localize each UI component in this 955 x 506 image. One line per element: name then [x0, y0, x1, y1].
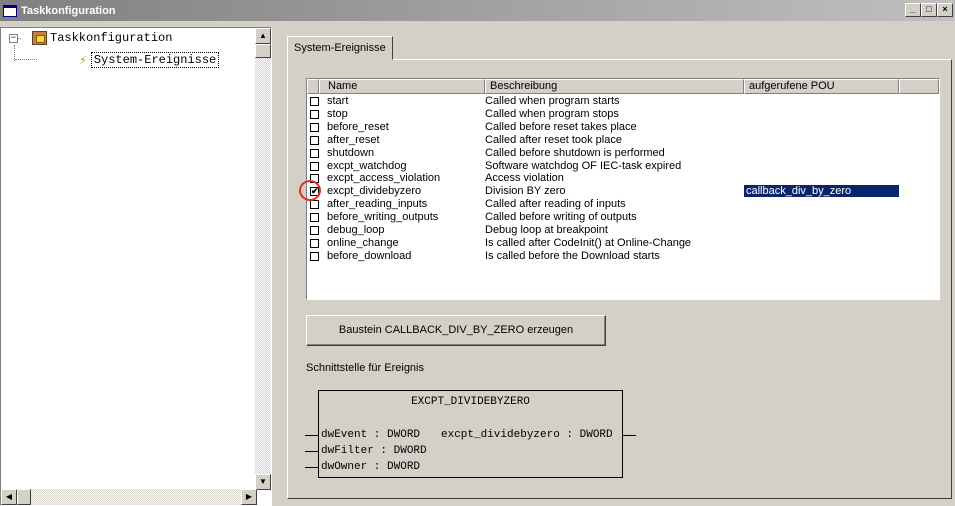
event-name: after_reset [327, 133, 380, 146]
column-header-empty [899, 79, 939, 94]
event-name: excpt_access_violation [327, 172, 441, 185]
tree-line [15, 59, 37, 60]
column-header-pou[interactable]: aufgerufene POU [744, 79, 899, 94]
event-description: Software watchdog OF IEC-task expired [485, 159, 682, 172]
event-description: Is called after CodeInit() at Online-Cha… [485, 236, 692, 249]
list-row[interactable]: before_writing_outputs Called before writ… [307, 211, 939, 224]
event-checkbox[interactable] [310, 109, 319, 119]
tree-item-label: System-Ereignisse [90, 52, 220, 68]
event-description: Division BY zero [485, 185, 566, 198]
list-row[interactable]: after_reading_inputs Called after reading… [307, 198, 939, 211]
event-name: before_reset [327, 120, 389, 133]
event-description: Called after reset took place [485, 133, 622, 146]
list-row[interactable]: before_download Is called before the Down… [307, 250, 939, 263]
interface-label: Schnittstelle für Ereignis [306, 362, 424, 374]
event-checkbox[interactable] [310, 148, 319, 158]
event-description: Called before writing of outputs [485, 211, 637, 224]
event-checkbox[interactable] [310, 200, 319, 210]
column-header-name[interactable]: Name [319, 79, 485, 94]
output-pin-label: excpt_dividebyzero : DWORD [441, 429, 613, 441]
output-pin-line [623, 435, 636, 436]
list-row[interactable]: stop Called when program stops [307, 108, 939, 121]
event-list[interactable]: Name Beschreibung aufgerufene POU start C… [306, 78, 940, 300]
window-titlebar: Taskkonfiguration _ □ × [0, 0, 955, 21]
lightning-icon: ⚡ [79, 52, 87, 68]
window-icon [3, 4, 17, 17]
event-description: Called when program starts [485, 95, 620, 107]
tab-system-ereignisse[interactable]: System-Ereignisse [287, 36, 393, 60]
event-description: Access violation [485, 172, 564, 185]
list-row[interactable]: excpt_access_violation Access violation [307, 172, 939, 185]
tree-horizontal-scrollbar[interactable]: ◀ ▶ [1, 489, 257, 505]
tree-item-system-ereignisse[interactable]: ⚡ System-Ereignisse [79, 52, 220, 68]
event-description: Called after reading of inputs [485, 198, 626, 211]
task-tree[interactable]: − Taskkonfiguration ⚡ System-Ereignisse … [0, 27, 272, 506]
scroll-left-icon[interactable]: ◀ [1, 489, 17, 505]
event-name: before_download [327, 249, 412, 262]
pou-field[interactable]: callback_div_by_zero [744, 185, 899, 198]
event-description: Called when program stops [485, 107, 619, 120]
scroll-right-icon[interactable]: ▶ [241, 489, 257, 505]
task-config-icon [32, 31, 47, 45]
input-pin-line [305, 451, 318, 452]
block-title: EXCPT_DIVIDEBYZERO [411, 396, 530, 408]
event-name: excpt_dividebyzero [327, 185, 422, 198]
tree-item-taskkonfiguration[interactable]: − Taskkonfiguration [9, 31, 172, 45]
event-name: stop [327, 107, 348, 120]
list-row[interactable]: debug_loop Debug loop at breakpoint [307, 224, 939, 237]
event-checkbox[interactable] [310, 251, 319, 261]
collapse-icon[interactable]: − [9, 33, 18, 43]
input-pin-line [305, 435, 318, 436]
tree-vertical-scrollbar[interactable]: ▲ ▼ [255, 28, 271, 490]
function-block-diagram: EXCPT_DIVIDEBYZERO dwEvent : DWORD excpt… [318, 390, 623, 478]
input-pin-label: dwOwner : DWORD [321, 461, 421, 473]
list-row[interactable]: online_change Is called after CodeInit() … [307, 237, 939, 250]
scroll-down-icon[interactable]: ▼ [255, 474, 271, 490]
close-button[interactable]: × [937, 3, 953, 17]
event-name: debug_loop [327, 224, 385, 236]
event-name: online_change [327, 236, 399, 249]
tree-item-label: Taskkonfiguration [50, 31, 173, 45]
list-row[interactable]: shutdown Called before shutdown is perfor… [307, 147, 939, 160]
event-name: excpt_watchdog [327, 159, 407, 172]
event-checkbox[interactable] [310, 135, 319, 145]
list-row[interactable]: excpt_watchdog Software watchdog OF IEC-t… [307, 160, 939, 173]
event-name: after_reading_inputs [327, 198, 428, 211]
event-checkbox[interactable] [310, 226, 319, 235]
event-name: start [327, 95, 349, 107]
event-checkbox[interactable] [310, 122, 319, 132]
scroll-up-icon[interactable]: ▲ [255, 28, 271, 44]
event-description: Is called before the Download starts [485, 249, 660, 262]
event-description: Called before reset takes place [485, 120, 637, 133]
generate-pou-button[interactable]: Baustein CALLBACK_DIV_BY_ZERO erzeugen [306, 315, 606, 346]
event-checkbox[interactable] [310, 161, 319, 171]
input-pin-label: dwFilter : DWORD [321, 445, 427, 457]
minimize-button[interactable]: _ [905, 3, 921, 17]
column-header-check[interactable] [307, 79, 319, 94]
event-checkbox[interactable] [310, 213, 319, 223]
event-name: shutdown [327, 146, 375, 159]
scroll-thumb[interactable] [17, 489, 31, 505]
list-row[interactable]: start Called when program starts [307, 95, 939, 108]
event-name: before_writing_outputs [327, 211, 439, 224]
input-pin-line [305, 467, 318, 468]
event-checkbox[interactable] [310, 238, 319, 248]
list-row[interactable]: ✔ excpt_dividebyzero Division BY zero callb… [307, 185, 939, 198]
input-pin-label: dwEvent : DWORD [321, 429, 421, 441]
list-row[interactable]: before_reset Called before reset takes pl… [307, 121, 939, 134]
event-checkbox[interactable] [310, 97, 319, 106]
window-title: Taskkonfiguration [21, 4, 116, 17]
pane-splitter[interactable] [272, 21, 282, 506]
column-header-description[interactable]: Beschreibung [485, 79, 744, 94]
list-row[interactable]: after_reset Called after reset took place [307, 134, 939, 147]
scroll-thumb[interactable] [255, 44, 271, 58]
maximize-button[interactable]: □ [921, 3, 937, 17]
event-description: Debug loop at breakpoint [485, 224, 608, 236]
event-description: Called before shutdown is performed [485, 146, 665, 159]
highlight-circle [299, 180, 321, 201]
